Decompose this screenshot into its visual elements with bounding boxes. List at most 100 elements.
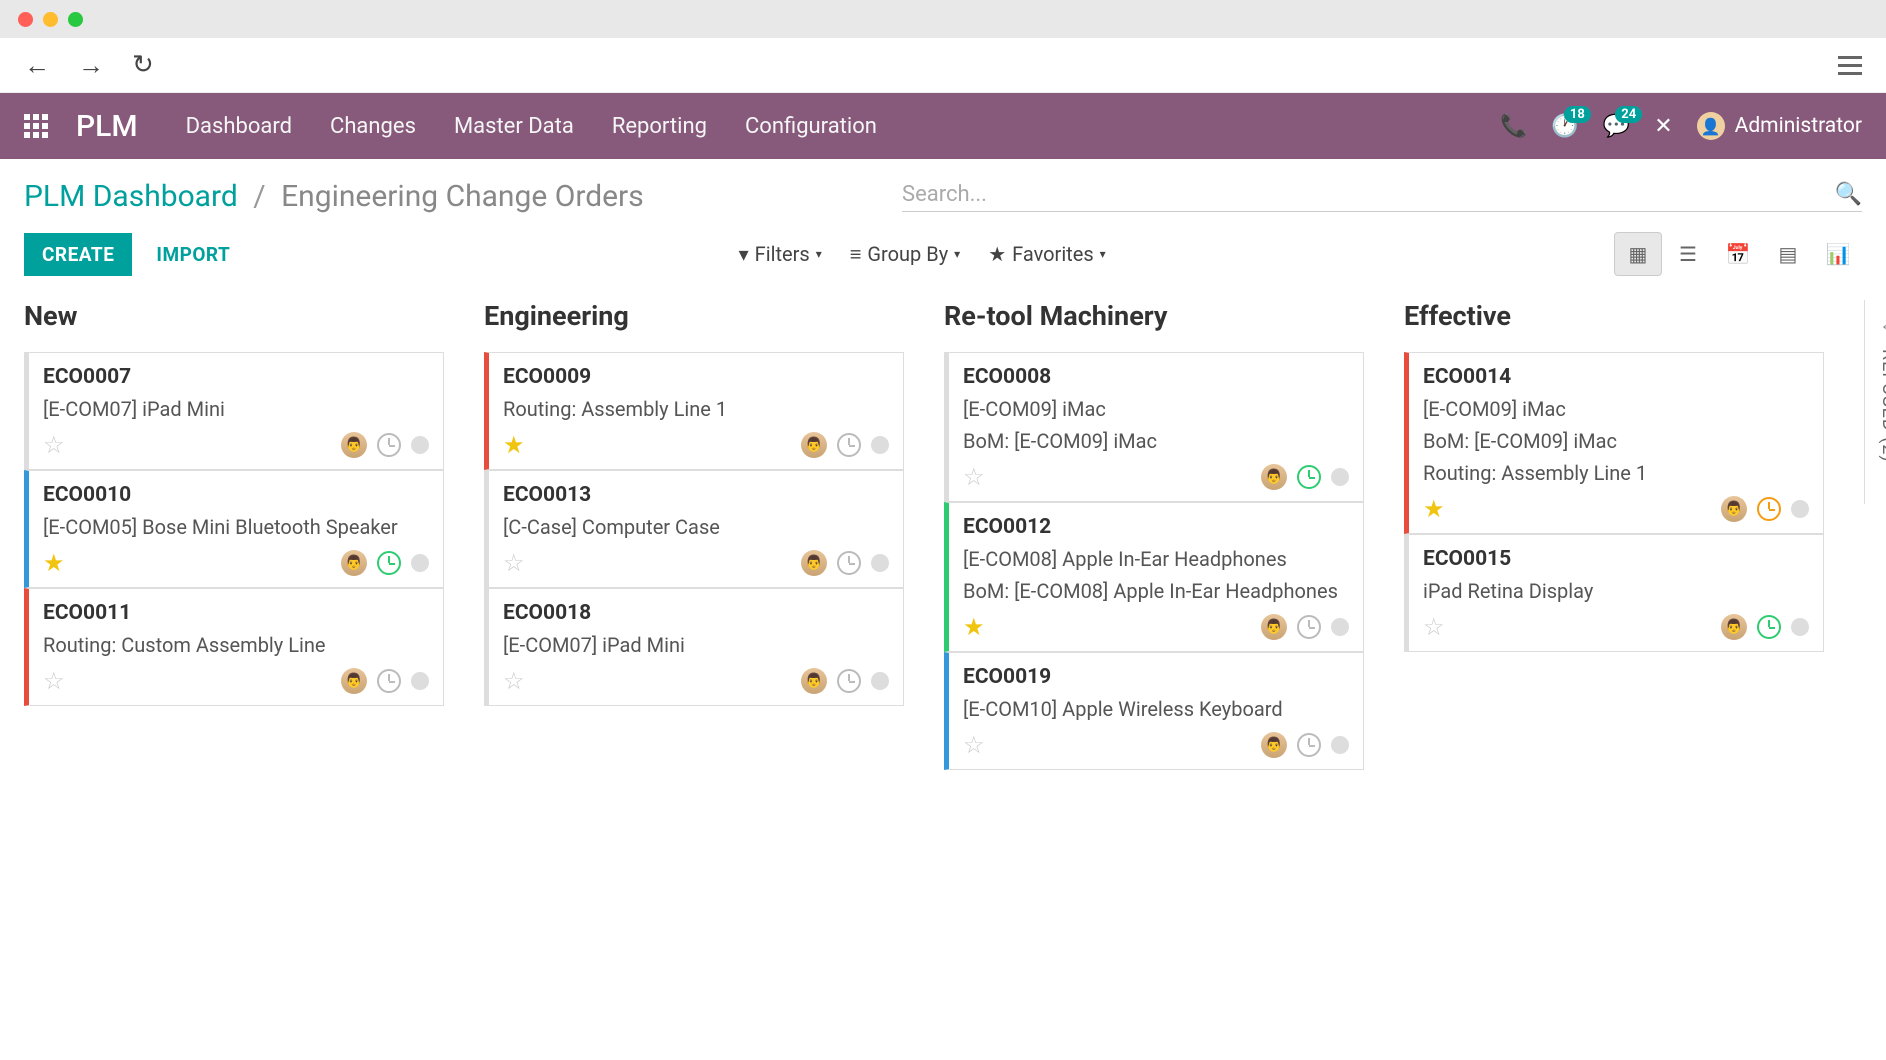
nav-master-data[interactable]: Master Data (454, 114, 574, 139)
clock-icon[interactable] (377, 669, 401, 693)
status-dot-icon[interactable] (871, 436, 889, 454)
card-id: ECO0014 (1423, 365, 1809, 389)
clock-icon[interactable] (1757, 497, 1781, 521)
star-icon[interactable]: ★ (1423, 495, 1445, 523)
status-dot-icon[interactable] (1791, 500, 1809, 518)
assignee-avatar-icon[interactable]: 👨 (341, 432, 367, 458)
assignee-avatar-icon[interactable]: 👨 (341, 550, 367, 576)
assignee-avatar-icon[interactable]: 👨 (801, 550, 827, 576)
view-graph-icon[interactable]: 📊 (1814, 232, 1862, 276)
clock-icon[interactable] (1297, 615, 1321, 639)
window-minimize-icon[interactable] (43, 12, 58, 27)
kanban-card[interactable]: ECO0014 [E-COM09] iMac BoM: [E-COM09] iM… (1404, 352, 1824, 534)
clock-icon[interactable] (1297, 733, 1321, 757)
column-title[interactable]: Engineering (484, 300, 904, 332)
folded-label: REFUSED (2) (1878, 349, 1886, 463)
browser-menu-icon[interactable] (1838, 56, 1862, 75)
assignee-avatar-icon[interactable]: 👨 (801, 668, 827, 694)
reload-icon[interactable]: ↻ (132, 50, 154, 80)
status-dot-icon[interactable] (1331, 736, 1349, 754)
column-title[interactable]: Effective (1404, 300, 1824, 332)
status-dot-icon[interactable] (411, 672, 429, 690)
back-icon[interactable]: ← (24, 50, 50, 81)
star-icon[interactable]: ★ (963, 613, 985, 641)
search-icon[interactable]: 🔍 (1835, 182, 1862, 207)
assignee-avatar-icon[interactable]: 👨 (1721, 496, 1747, 522)
card-footer: ☆ 👨 (503, 549, 889, 577)
column-effective: Effective ECO0014 [E-COM09] iMac BoM: [E… (1404, 300, 1824, 652)
search-input[interactable] (902, 182, 1835, 207)
kanban-card[interactable]: ECO0010 [E-COM05] Bose Mini Bluetooth Sp… (24, 470, 444, 588)
star-icon[interactable]: ☆ (503, 549, 525, 577)
status-dot-icon[interactable] (1331, 468, 1349, 486)
kanban-card[interactable]: ECO0008 [E-COM09] iMac BoM: [E-COM09] iM… (944, 352, 1364, 502)
assignee-avatar-icon[interactable]: 👨 (1261, 732, 1287, 758)
window-close-icon[interactable] (18, 12, 33, 27)
view-pivot-icon[interactable]: ▤ (1764, 232, 1812, 276)
assignee-avatar-icon[interactable]: 👨 (1721, 614, 1747, 640)
nav-dashboard[interactable]: Dashboard (186, 114, 292, 139)
star-icon[interactable]: ☆ (43, 431, 65, 459)
nav-reporting[interactable]: Reporting (612, 114, 707, 139)
kanban-card[interactable]: ECO0011 Routing: Custom Assembly Line ☆ … (24, 588, 444, 706)
column-refused-folded[interactable]: ↔ REFUSED (2) (1864, 300, 1886, 504)
breadcrumb-root[interactable]: PLM Dashboard (24, 179, 238, 214)
window-maximize-icon[interactable] (68, 12, 83, 27)
card-line: Routing: Assembly Line 1 (503, 395, 889, 423)
clock-icon[interactable] (837, 433, 861, 457)
import-button[interactable]: IMPORT (156, 243, 230, 266)
apps-grid-icon[interactable] (24, 114, 48, 138)
nav-configuration[interactable]: Configuration (745, 114, 877, 139)
card-icons: 👨 (801, 550, 889, 576)
close-icon[interactable]: ✕ (1654, 114, 1672, 139)
create-button[interactable]: CREATE (24, 233, 132, 276)
clock-icon[interactable] (377, 433, 401, 457)
star-icon[interactable]: ☆ (963, 731, 985, 759)
star-icon[interactable]: ★ (43, 549, 65, 577)
view-calendar-icon[interactable]: 📅 (1714, 232, 1762, 276)
view-list-icon[interactable]: ☰ (1664, 232, 1712, 276)
status-dot-icon[interactable] (871, 554, 889, 572)
activities-icon[interactable]: 🕐18 (1551, 114, 1578, 139)
favorites-dropdown[interactable]: ★ Favorites ▾ (988, 242, 1105, 266)
phone-icon[interactable]: 📞 (1500, 114, 1527, 139)
status-dot-icon[interactable] (1331, 618, 1349, 636)
activities-badge: 18 (1564, 106, 1591, 123)
groupby-dropdown[interactable]: ≡ Group By ▾ (850, 242, 960, 267)
star-icon[interactable]: ☆ (43, 667, 65, 695)
star-icon[interactable]: ☆ (963, 463, 985, 491)
forward-icon[interactable]: → (78, 50, 104, 81)
messages-icon[interactable]: 💬24 (1603, 114, 1630, 139)
star-icon[interactable]: ☆ (503, 667, 525, 695)
status-dot-icon[interactable] (871, 672, 889, 690)
column-title[interactable]: New (24, 300, 444, 332)
assignee-avatar-icon[interactable]: 👨 (801, 432, 827, 458)
status-dot-icon[interactable] (411, 436, 429, 454)
kanban-card[interactable]: ECO0012 [E-COM08] Apple In-Ear Headphone… (944, 502, 1364, 652)
user-menu[interactable]: 👤 Administrator (1697, 112, 1862, 140)
kanban-card[interactable]: ECO0015 iPad Retina Display ☆ 👨 (1404, 534, 1824, 652)
clock-icon[interactable] (1297, 465, 1321, 489)
kanban-card[interactable]: ECO0013 [C-Case] Computer Case ☆ 👨 (484, 470, 904, 588)
clock-icon[interactable] (1757, 615, 1781, 639)
assignee-avatar-icon[interactable]: 👨 (1261, 464, 1287, 490)
view-kanban-icon[interactable]: ▦ (1614, 232, 1662, 276)
status-dot-icon[interactable] (1791, 618, 1809, 636)
star-icon[interactable]: ★ (503, 431, 525, 459)
card-footer: ★ 👨 (503, 431, 889, 459)
filters-dropdown[interactable]: ▾ Filters ▾ (739, 242, 822, 266)
assignee-avatar-icon[interactable]: 👨 (1261, 614, 1287, 640)
star-icon[interactable]: ☆ (1423, 613, 1445, 641)
kanban-card[interactable]: ECO0019 [E-COM10] Apple Wireless Keyboar… (944, 652, 1364, 770)
clock-icon[interactable] (377, 551, 401, 575)
kanban-card[interactable]: ECO0007 [E-COM07] iPad Mini ☆ 👨 (24, 352, 444, 470)
card-icons: 👨 (341, 668, 429, 694)
nav-changes[interactable]: Changes (330, 114, 416, 139)
clock-icon[interactable] (837, 551, 861, 575)
column-title[interactable]: Re-tool Machinery (944, 300, 1364, 332)
status-dot-icon[interactable] (411, 554, 429, 572)
kanban-card[interactable]: ECO0009 Routing: Assembly Line 1 ★ 👨 (484, 352, 904, 470)
clock-icon[interactable] (837, 669, 861, 693)
assignee-avatar-icon[interactable]: 👨 (341, 668, 367, 694)
kanban-card[interactable]: ECO0018 [E-COM07] iPad Mini ☆ 👨 (484, 588, 904, 706)
